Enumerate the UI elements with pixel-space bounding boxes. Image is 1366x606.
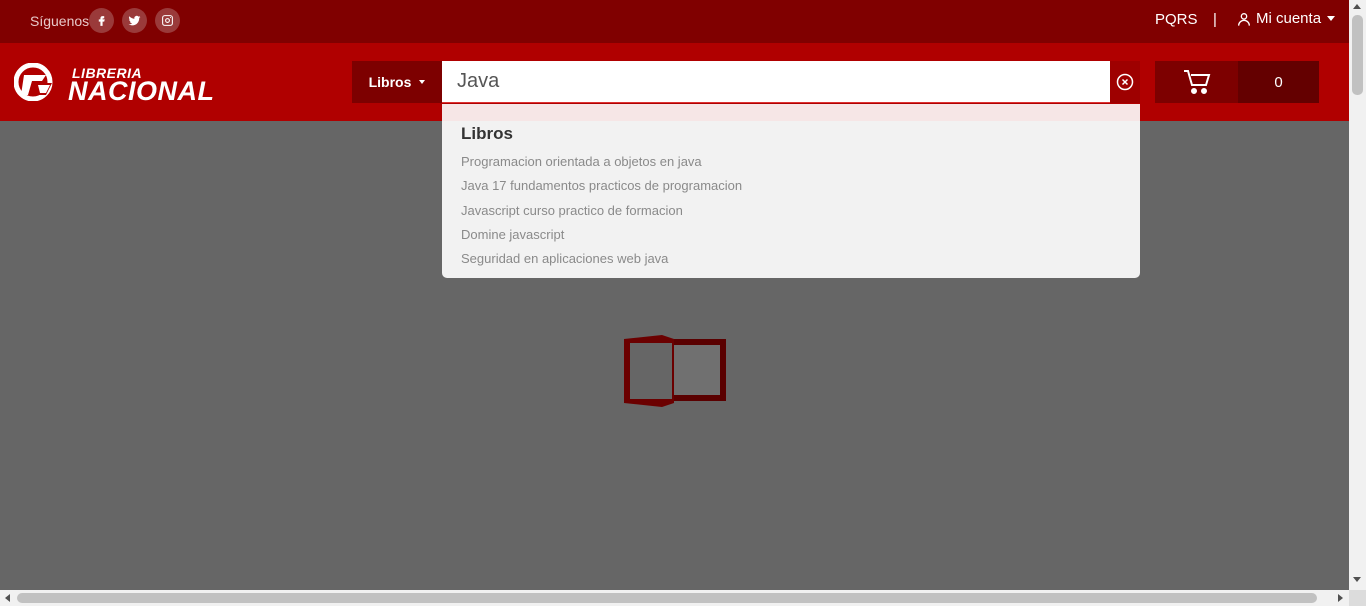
- category-select[interactable]: Libros: [352, 61, 442, 103]
- vertical-scroll-thumb[interactable]: [1352, 15, 1363, 95]
- scroll-right-arrow-icon[interactable]: [1338, 594, 1343, 602]
- loading-book-icon: [624, 335, 726, 407]
- suggestion-item[interactable]: Seguridad en aplicaciones web java: [461, 251, 668, 266]
- scroll-left-arrow-icon[interactable]: [5, 594, 10, 602]
- user-icon: [1238, 12, 1250, 26]
- search-input[interactable]: [442, 61, 1110, 102]
- top-bar: Síguenos PQRS | Mi cuenta: [0, 0, 1349, 43]
- clear-search-button[interactable]: [1110, 61, 1140, 103]
- suggestion-item[interactable]: Javascript curso practico de formacion: [461, 203, 683, 218]
- horizontal-scroll-thumb[interactable]: [17, 593, 1317, 603]
- category-select-label: Libros: [368, 74, 412, 90]
- search-suggestions-dropdown: Libros Programacion orientada a objetos …: [442, 104, 1140, 278]
- cart-button[interactable]: 0: [1155, 61, 1319, 103]
- separator: |: [1213, 11, 1217, 28]
- suggestion-item[interactable]: Java 17 fundamentos practicos de program…: [461, 178, 742, 193]
- my-account-menu[interactable]: Mi cuenta: [1236, 10, 1336, 27]
- site-logo[interactable]: LIBRERIA NACIONAL: [14, 61, 219, 106]
- chevron-down-icon: [1327, 16, 1336, 21]
- cart-count: 0: [1238, 61, 1319, 103]
- chevron-down-icon: [419, 80, 426, 84]
- scroll-up-arrow-icon[interactable]: [1353, 4, 1361, 9]
- scrollbar-corner: [1349, 590, 1366, 606]
- cart-icon: [1183, 70, 1210, 94]
- logo-mark-icon: [14, 63, 53, 101]
- suggestion-item[interactable]: Programacion orientada a objetos en java: [461, 154, 702, 169]
- close-circle-icon: [1116, 73, 1134, 91]
- cart-icon-box: [1155, 61, 1238, 103]
- scroll-down-arrow-icon[interactable]: [1353, 577, 1361, 582]
- instagram-icon[interactable]: [155, 8, 180, 33]
- horizontal-scrollbar[interactable]: [0, 590, 1349, 606]
- logo-text-bottom: NACIONAL: [68, 76, 215, 106]
- search-box: [442, 61, 1110, 103]
- my-account-label: Mi cuenta: [1256, 10, 1322, 27]
- twitter-icon[interactable]: [122, 8, 147, 33]
- pqrs-link[interactable]: PQRS: [1155, 11, 1198, 28]
- page: Síguenos PQRS | Mi cuenta LIBRERIA NACIO…: [0, 0, 1349, 590]
- follow-us-label: Síguenos: [30, 13, 90, 29]
- dropdown-top-strip: [442, 104, 1140, 121]
- suggestions-heading: Libros: [461, 124, 513, 143]
- facebook-icon[interactable]: [89, 8, 114, 33]
- suggestion-item[interactable]: Domine javascript: [461, 227, 564, 242]
- vertical-scrollbar[interactable]: [1349, 0, 1366, 590]
